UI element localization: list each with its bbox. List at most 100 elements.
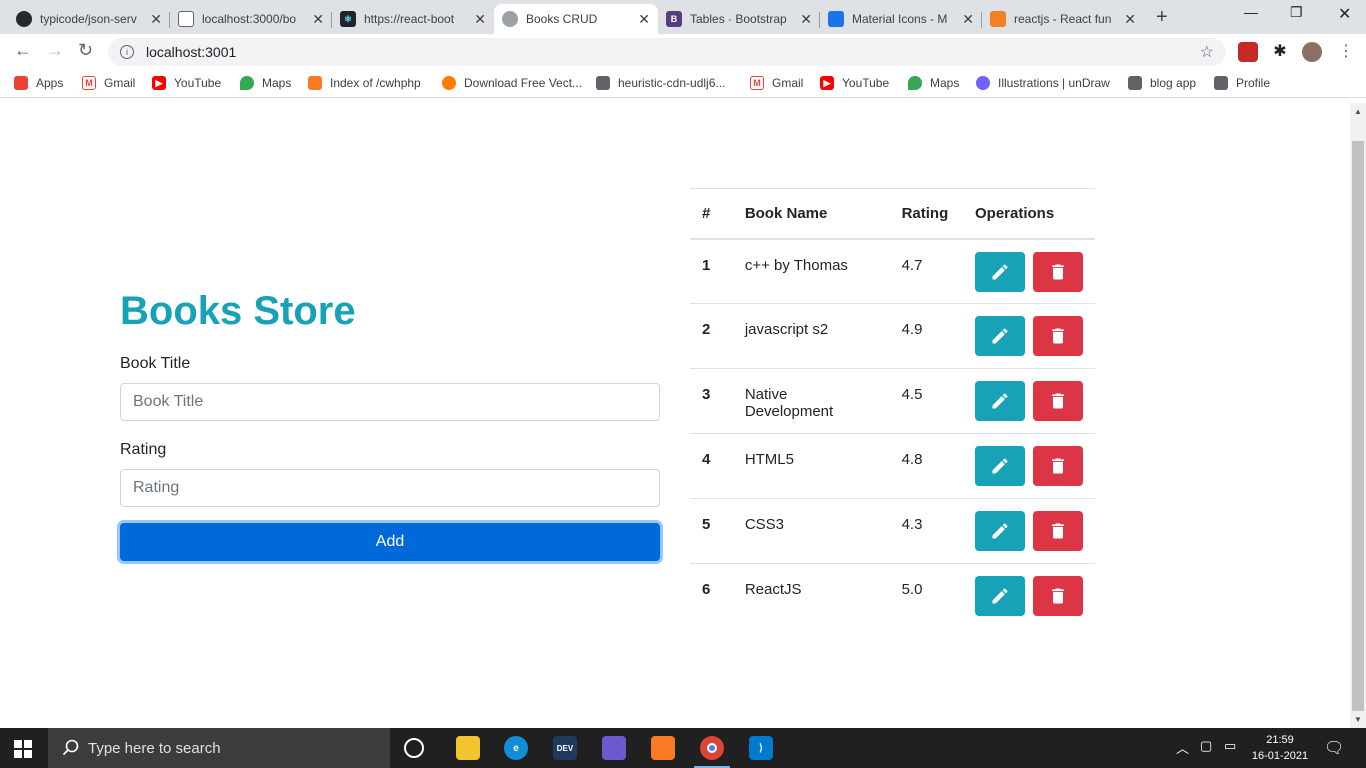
pencil-icon [992,523,1008,539]
bookmark-label: Maps [262,76,292,90]
gmail-icon: M [750,76,764,90]
browser-tab[interactable]: B Tables · Bootstrap ✕ [658,4,820,34]
bookmark-item[interactable]: Maps [240,76,291,90]
chrome-inner-circle [707,743,717,753]
row-operations [963,368,1095,434]
tab-title: Tables · Bootstrap [690,12,787,26]
xampp-icon [308,76,322,90]
edit-button[interactable] [975,576,1025,616]
bookmark-item[interactable]: Download Free Vect... [442,76,582,90]
file-explorer-icon[interactable] [456,736,480,760]
delete-button[interactable] [1033,446,1083,486]
maps-pin-icon [240,76,254,90]
cube-icon [1214,76,1228,90]
new-tab-button[interactable]: + [1156,6,1168,29]
bookmark-item[interactable]: M Gmail [82,76,135,90]
cube-icon [1128,76,1142,90]
bookmark-star-icon[interactable]: ☆ [1200,42,1214,62]
tray-chevron-icon[interactable]: ︿ [1176,738,1189,757]
clock-time: 21:59 [1266,734,1294,746]
bookmark-item[interactable]: Apps [14,76,63,90]
close-tab-icon[interactable]: ✕ [638,11,650,28]
vscode-icon[interactable]: ⟩ [749,736,773,760]
browser-tab[interactable]: typicode/json-serv ✕ [8,4,170,34]
notification-icon[interactable]: 🗨 [1324,738,1344,758]
add-button[interactable]: Add [120,523,660,561]
book-title-input[interactable] [120,383,660,421]
browser-tab[interactable]: ⚛ https://react-boot ✕ [332,4,494,34]
close-tab-icon[interactable]: ✕ [150,11,162,28]
row-book-name: ReactJS [732,563,890,629]
delete-button[interactable] [1033,576,1083,616]
reload-icon[interactable]: ↻ [78,40,93,61]
taskbar-search[interactable]: Type here to search [48,728,390,768]
task-view-icon[interactable] [404,738,424,758]
menu-kebab-icon[interactable]: ⋮ [1336,42,1356,62]
restore-button[interactable]: ❐ [1290,4,1303,21]
edge-icon[interactable]: e [504,736,528,760]
tab-title: reactjs - React fun [1014,12,1112,26]
address-bar[interactable]: i localhost:3001 ☆ [108,38,1226,66]
close-tab-icon[interactable]: ✕ [474,11,486,28]
url-text: localhost:3001 [146,44,237,60]
avatar[interactable] [1302,42,1322,62]
bookmark-item[interactable]: ▶ YouTube [820,76,889,90]
delete-button[interactable] [1033,381,1083,421]
bookmark-item[interactable]: Index of /cwhphp [308,76,421,90]
browser-tab[interactable]: reactjs - React fun ✕ [982,4,1144,34]
edit-button[interactable] [975,446,1025,486]
scroll-down-icon[interactable]: ▼ [1354,715,1362,724]
bookmark-item[interactable]: Profile [1214,76,1270,90]
puzzle-icon[interactable]: ✱ [1270,42,1290,62]
edit-button[interactable] [975,251,1025,292]
browser-tab-active[interactable]: Books CRUD ✕ [494,4,658,34]
chrome-icon[interactable] [694,736,730,768]
close-tab-icon[interactable]: ✕ [1124,11,1136,28]
browser-tab[interactable]: Material Icons - M ✕ [820,4,982,34]
scrollbar-thumb[interactable] [1352,141,1364,711]
edit-button[interactable] [975,511,1025,551]
scroll-up-icon[interactable]: ▲ [1354,107,1362,116]
bookmark-item[interactable]: M Gmail [750,76,803,90]
close-tab-icon[interactable]: ✕ [800,11,812,28]
bookmark-item[interactable]: Maps [908,76,959,90]
bookmark-item[interactable]: blog app [1128,76,1196,90]
forward-icon[interactable]: → [46,40,64,61]
bookmark-item[interactable]: heuristic-cdn-udlj6... [596,76,725,90]
delete-button[interactable] [1033,511,1083,551]
page-scrollbar[interactable]: ▲ ▼ [1350,103,1366,728]
edit-button[interactable] [975,316,1025,356]
close-tab-icon[interactable]: ✕ [312,11,324,28]
bookmark-label: Illustrations | unDraw [998,76,1110,90]
close-window-button[interactable]: ✕ [1338,4,1351,24]
browser-tab[interactable]: localhost:3000/bo ✕ [170,4,332,34]
battery-icon[interactable]: ▭ [1224,738,1236,754]
row-book-name: javascript s2 [732,303,890,369]
bookmark-label: heuristic-cdn-udlj6... [618,76,726,90]
taskbar-clock[interactable]: 21:59 16-01-2021 [1250,732,1310,764]
books-table: # Book Name Rating Operations 1 c++ by Th… [690,188,1095,629]
network-icon[interactable]: ▢ [1200,738,1212,754]
tab-title: typicode/json-serv [40,12,137,26]
search-icon [62,739,79,756]
rating-input[interactable] [120,469,660,507]
row-book-name: c++ by Thomas [732,238,890,304]
minimize-button[interactable]: — [1244,4,1258,20]
back-icon[interactable]: ← [14,40,32,61]
xampp-taskbar-icon[interactable] [651,736,675,760]
delete-button[interactable] [1033,316,1083,356]
bookmark-item[interactable]: Illustrations | unDraw [976,76,1110,90]
bookmark-item[interactable]: ▶ YouTube [152,76,221,90]
edit-button[interactable] [975,381,1025,421]
close-tab-icon[interactable]: ✕ [962,11,974,28]
extension-icon[interactable] [1238,42,1258,62]
table-row: 3 Native Development 4.5 [690,368,1095,434]
calculator-app-icon[interactable] [602,736,626,760]
dev-app-icon[interactable]: DEV [553,736,577,760]
windows-start-icon[interactable] [14,740,32,758]
trash-icon [1052,328,1064,344]
bookmark-label: Index of /cwhphp [330,76,421,90]
delete-button[interactable] [1033,251,1083,292]
row-index: 3 [690,368,733,434]
site-info-icon[interactable]: i [120,45,134,59]
